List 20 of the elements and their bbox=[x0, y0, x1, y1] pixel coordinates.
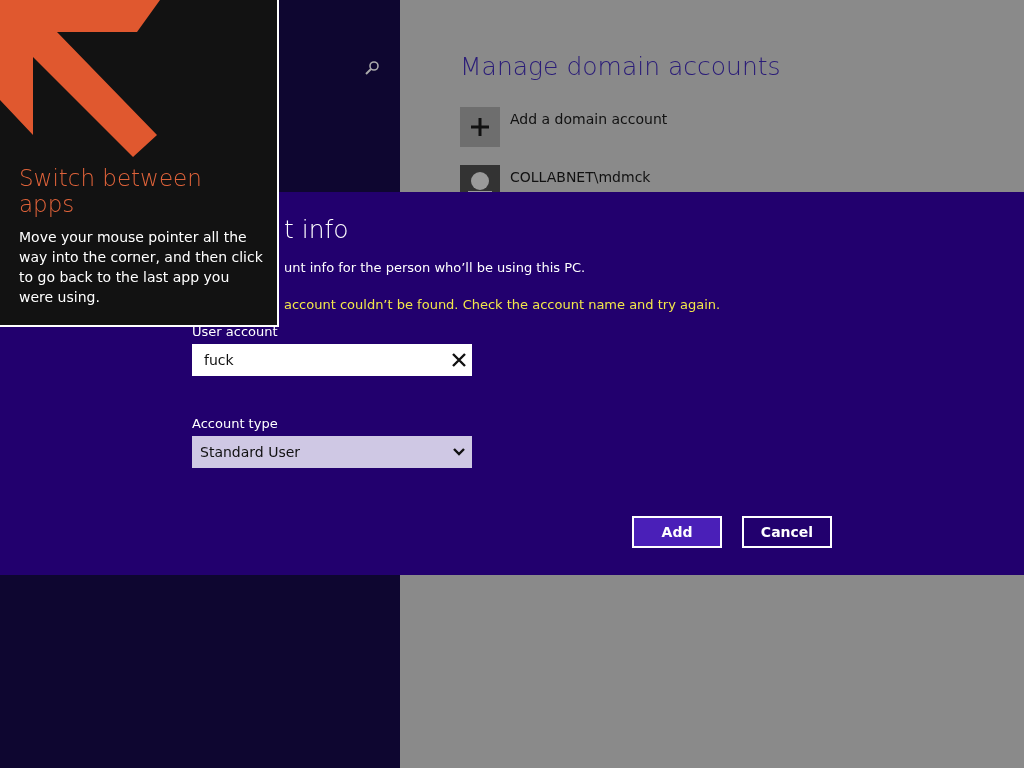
add-tile[interactable] bbox=[460, 107, 500, 147]
chevron-down-icon bbox=[452, 447, 466, 457]
dialog-title: t info bbox=[284, 214, 350, 246]
tip-text: Move your mouse pointer all the way into the corner, and then click to go back to the last app you were using. bbox=[19, 228, 263, 307]
field-label: User account bbox=[192, 324, 279, 339]
corner-arrow-icon bbox=[0, 0, 160, 158]
field-label: Account type bbox=[192, 416, 279, 431]
dialog-description: unt info for the person who’ll be using this PC. bbox=[284, 260, 587, 275]
account-label[interactable]: COLLABNET\mdmck bbox=[510, 169, 651, 185]
plus-icon bbox=[470, 117, 490, 137]
page-heading: Manage domain accounts bbox=[460, 52, 782, 81]
tip-title: Switch between apps bbox=[19, 165, 203, 217]
search-icon[interactable] bbox=[364, 60, 380, 76]
add-button[interactable]: Add bbox=[632, 516, 722, 548]
user-account-input[interactable]: fuck bbox=[192, 344, 472, 376]
clear-icon[interactable] bbox=[452, 353, 466, 367]
account-type-dropdown[interactable]: Standard User bbox=[192, 436, 472, 468]
error-message: account couldn’t be found. Check the account name and try again. bbox=[284, 297, 722, 312]
cancel-button[interactable]: Cancel bbox=[742, 516, 832, 548]
account-label[interactable]: Add a domain account bbox=[510, 111, 668, 127]
